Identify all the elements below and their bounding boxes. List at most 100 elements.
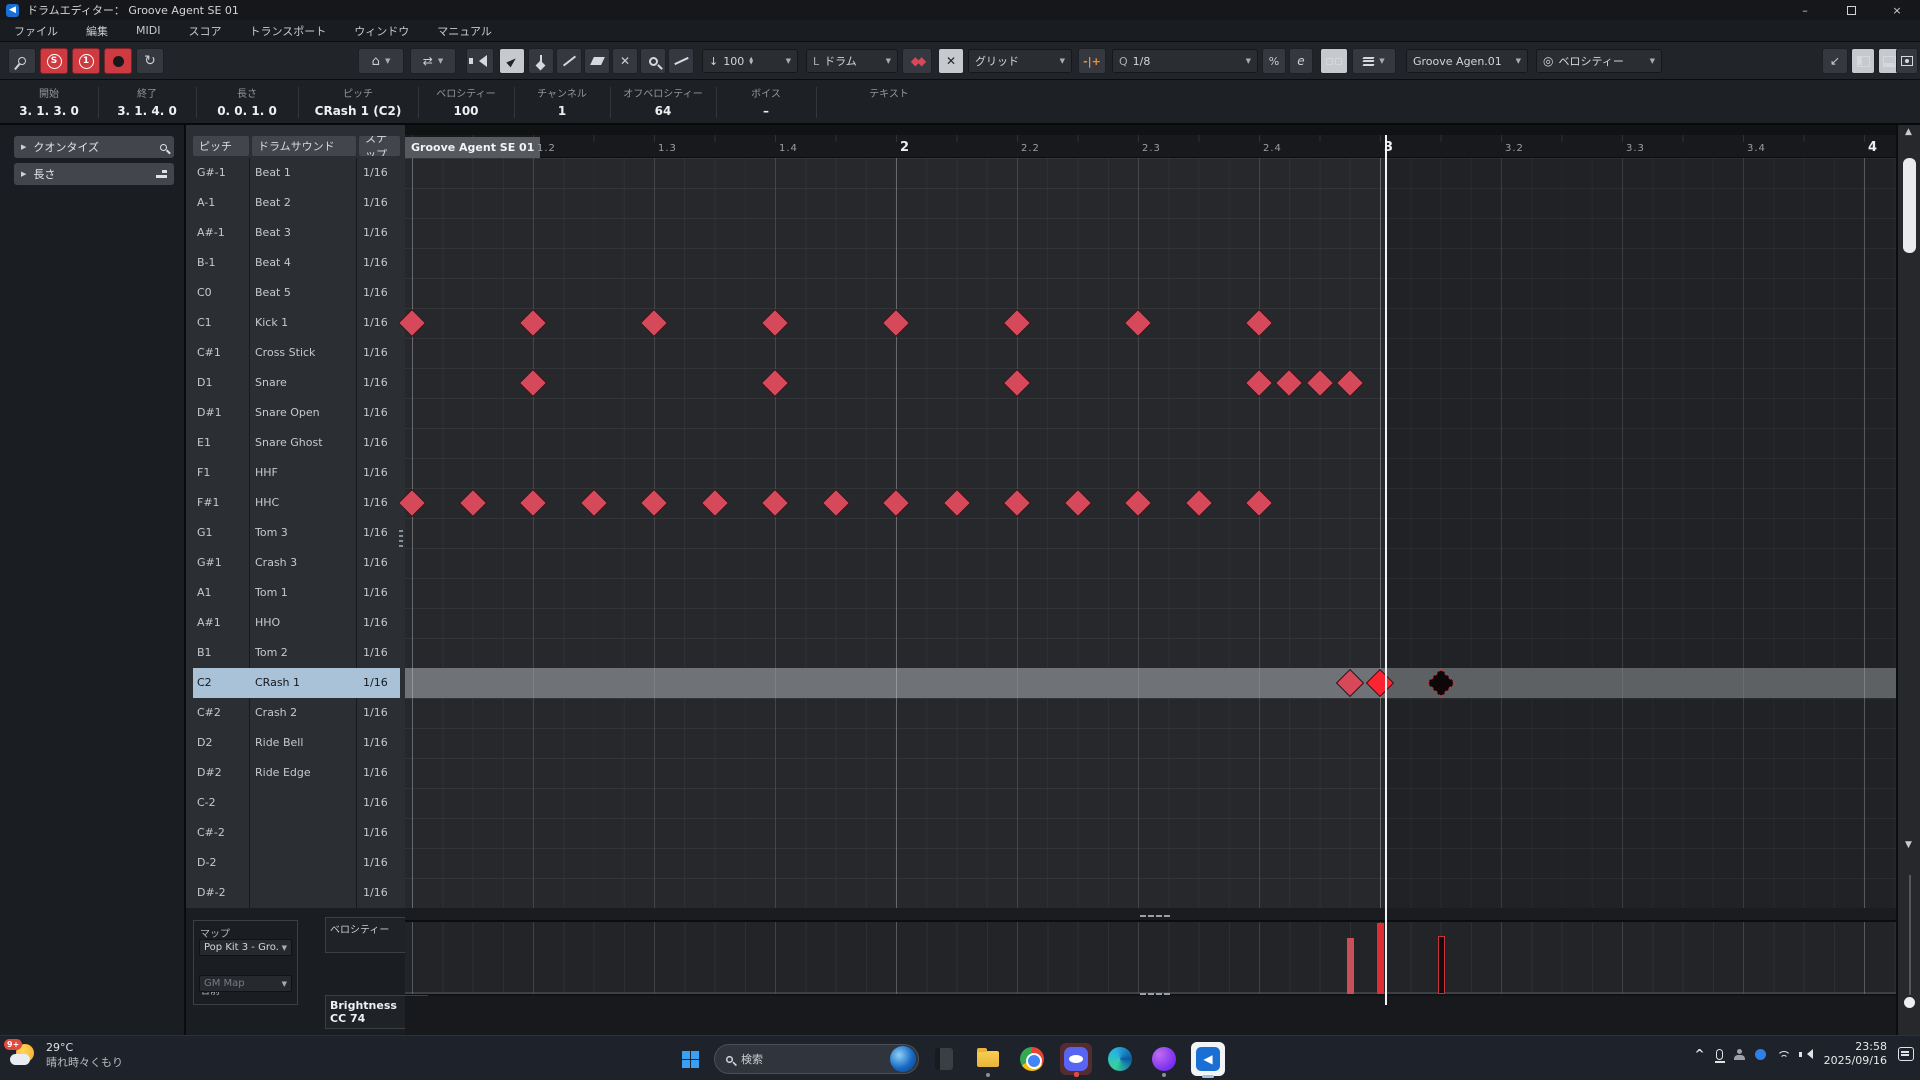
drum-row-E1[interactable]: E1Snare Ghost1/16 <box>193 428 400 458</box>
drum-row-A#1[interactable]: A#1HHO1/16 <box>193 608 400 638</box>
nudge-button[interactable]: -|+ <box>1078 48 1106 74</box>
start-button[interactable] <box>672 1041 708 1077</box>
menu-item-3[interactable]: スコア <box>174 23 235 39</box>
velocity-lane[interactable] <box>405 920 1896 994</box>
controller-selector-dropdown[interactable]: ◎ ベロシティー ▼ <box>1536 49 1662 73</box>
column-header-drumsound[interactable]: ドラムサウンド <box>252 136 356 156</box>
drum-note-D1-7[interactable] <box>1245 369 1273 397</box>
drum-note-F#1-4[interactable] <box>882 489 910 517</box>
drum-row-A-1[interactable]: A-1Beat 21/16 <box>193 188 400 218</box>
drum-note-F#1-1[interactable] <box>519 489 547 517</box>
drum-note-D1-1[interactable] <box>519 369 547 397</box>
info-field-1[interactable]: 終了3. 1. 4. 0 <box>98 80 196 125</box>
drum-row-G1[interactable]: G1Tom 31/16 <box>193 518 400 548</box>
drum-row-C#-2[interactable]: C#-21/16 <box>193 818 400 848</box>
mute-tool[interactable]: ✕ <box>612 48 638 74</box>
part-selector-dropdown[interactable]: Groove Agen.01 ▼ <box>1406 49 1528 73</box>
drum-note-D1-7.5[interactable] <box>1305 369 1333 397</box>
drum-note-C1-2[interactable] <box>640 309 668 337</box>
hidden-icons-chevron[interactable]: ^ <box>1695 1047 1705 1061</box>
drum-row-F#1[interactable]: F#1HHC1/16 <box>193 488 400 518</box>
drum-row-C0[interactable]: C0Beat 51/16 <box>193 278 400 308</box>
drum-note-F#1-4.5[interactable] <box>942 489 970 517</box>
stepper-icon[interactable]: ▲▼ <box>749 57 753 65</box>
open-in-lower-zone-button[interactable]: ↙ <box>1822 48 1848 74</box>
taskbar-edge[interactable] <box>1101 1041 1139 1077</box>
taskbar-discord[interactable] <box>1057 1041 1095 1077</box>
volume-icon[interactable] <box>1802 1049 1813 1059</box>
timeline-ruler[interactable]: Groove Agent SE 01 1.21.31.422.22.32.433… <box>405 135 1896 158</box>
column-header-pitch[interactable]: ピッチ <box>193 136 249 156</box>
drum-row-D1[interactable]: D1Snare1/16 <box>193 368 400 398</box>
drum-row-D#2[interactable]: D#2Ride Edge1/16 <box>193 758 400 788</box>
track-layers-button[interactable]: ▼ <box>1352 48 1396 74</box>
vertical-scrollbar[interactable]: ▲ ▼ <box>1896 125 1920 1035</box>
notification-center-icon[interactable] <box>1898 1047 1914 1061</box>
drum-row-C#1[interactable]: C#1Cross Stick1/16 <box>193 338 400 368</box>
info-field-0[interactable]: 開始3. 1. 3. 0 <box>0 80 98 125</box>
drum-grid[interactable] <box>405 158 1896 908</box>
ramp-tool[interactable] <box>668 48 694 74</box>
drum-note-F#1-5[interactable] <box>1003 489 1031 517</box>
event-colors-button[interactable] <box>1320 48 1348 74</box>
maximize-button[interactable] <box>1828 0 1874 20</box>
drum-note-C1-6[interactable] <box>1124 309 1152 337</box>
length-quantize-dropdown[interactable]: L ドラム ▼ <box>806 49 898 73</box>
drum-note-F#1-6[interactable] <box>1124 489 1152 517</box>
taskbar-cubase-active[interactable]: ◀ <box>1189 1041 1227 1077</box>
drum-note-D1-7.75[interactable] <box>1336 369 1364 397</box>
drum-note-C1-3[interactable] <box>761 309 789 337</box>
info-field-2[interactable]: 長さ0. 0. 1. 0 <box>196 80 298 125</box>
microphone-icon[interactable] <box>1716 1049 1723 1060</box>
velocity-bar-8[interactable] <box>1377 923 1384 994</box>
menu-item-0[interactable]: ファイル <box>0 23 72 39</box>
drum-row-B-1[interactable]: B-1Beat 41/16 <box>193 248 400 278</box>
vertical-zoom-knob[interactable] <box>1904 997 1915 1008</box>
drum-note-C1-1[interactable] <box>519 309 547 337</box>
drum-row-C-2[interactable]: C-21/16 <box>193 788 400 818</box>
drum-row-D#1[interactable]: D#1Snare Open1/16 <box>193 398 400 428</box>
auto-scroll-button[interactable]: ⌂▼ <box>358 48 404 74</box>
drum-row-F1[interactable]: F1HHF1/16 <box>193 458 400 488</box>
taskbar-chrome[interactable] <box>1013 1041 1051 1077</box>
info-field-3[interactable]: ピッチCRash 1 (C2) <box>298 80 418 125</box>
drumstick-tool[interactable] <box>528 48 554 74</box>
wifi-icon[interactable] <box>1777 1049 1791 1060</box>
list-grid-divider-handle[interactable] <box>399 530 403 548</box>
column-header-snap[interactable]: スナップ <box>359 136 400 156</box>
inspector-section-length[interactable]: ▶ 長さ <box>14 163 174 185</box>
info-field-8[interactable]: テキスト <box>816 80 962 125</box>
iterative-quantize-button[interactable]: % <box>1262 48 1286 74</box>
taskbar-purple-app[interactable] <box>1145 1041 1183 1077</box>
indicate-transpose-button[interactable]: 1 <box>72 48 100 74</box>
info-field-6[interactable]: オフベロシティー64 <box>610 80 716 125</box>
quantize-preset-dropdown[interactable]: Q 1/8 ▼ <box>1112 49 1258 73</box>
drum-row-A#-1[interactable]: A#-1Beat 31/16 <box>193 218 400 248</box>
zoom-tool[interactable] <box>640 48 666 74</box>
drum-row-B1[interactable]: B1Tom 21/16 <box>193 638 400 668</box>
drum-note-C1-4[interactable] <box>882 309 910 337</box>
search-highlight-globe-icon[interactable] <box>890 1046 916 1072</box>
info-field-7[interactable]: ボイス– <box>716 80 816 125</box>
taskbar-app-dark[interactable] <box>925 1041 963 1077</box>
object-selection-tool[interactable]: ► <box>499 48 525 74</box>
drum-name-dropdown[interactable]: GM Map ▼ <box>199 975 292 992</box>
drum-row-D#-2[interactable]: D#-21/16 <box>193 878 400 908</box>
scrollbar-thumb[interactable] <box>1903 158 1916 253</box>
drum-row-A1[interactable]: A1Tom 11/16 <box>193 578 400 608</box>
menu-item-1[interactable]: 編集 <box>72 23 122 39</box>
eraser-tool[interactable] <box>584 48 610 74</box>
part-edit-mode-button[interactable]: ⇄▼ <box>410 48 456 74</box>
velocity-bar-7.75[interactable] <box>1347 938 1354 994</box>
audition-button[interactable] <box>466 48 494 74</box>
drum-note-D1-7.25[interactable] <box>1275 369 1303 397</box>
drum-note-F#1-3.5[interactable] <box>821 489 849 517</box>
snap-onoff-button[interactable]: ✕ <box>938 48 964 74</box>
taskbar-file-explorer[interactable] <box>969 1041 1007 1077</box>
menu-item-4[interactable]: トランスポート <box>235 23 340 39</box>
loop-button[interactable]: ↻ <box>136 48 164 74</box>
drum-note-F#1-0.5[interactable] <box>458 489 486 517</box>
pin-note-input-button[interactable] <box>8 48 36 74</box>
blue-status-icon[interactable] <box>1755 1049 1766 1060</box>
drum-row-D2[interactable]: D2Ride Bell1/16 <box>193 728 400 758</box>
